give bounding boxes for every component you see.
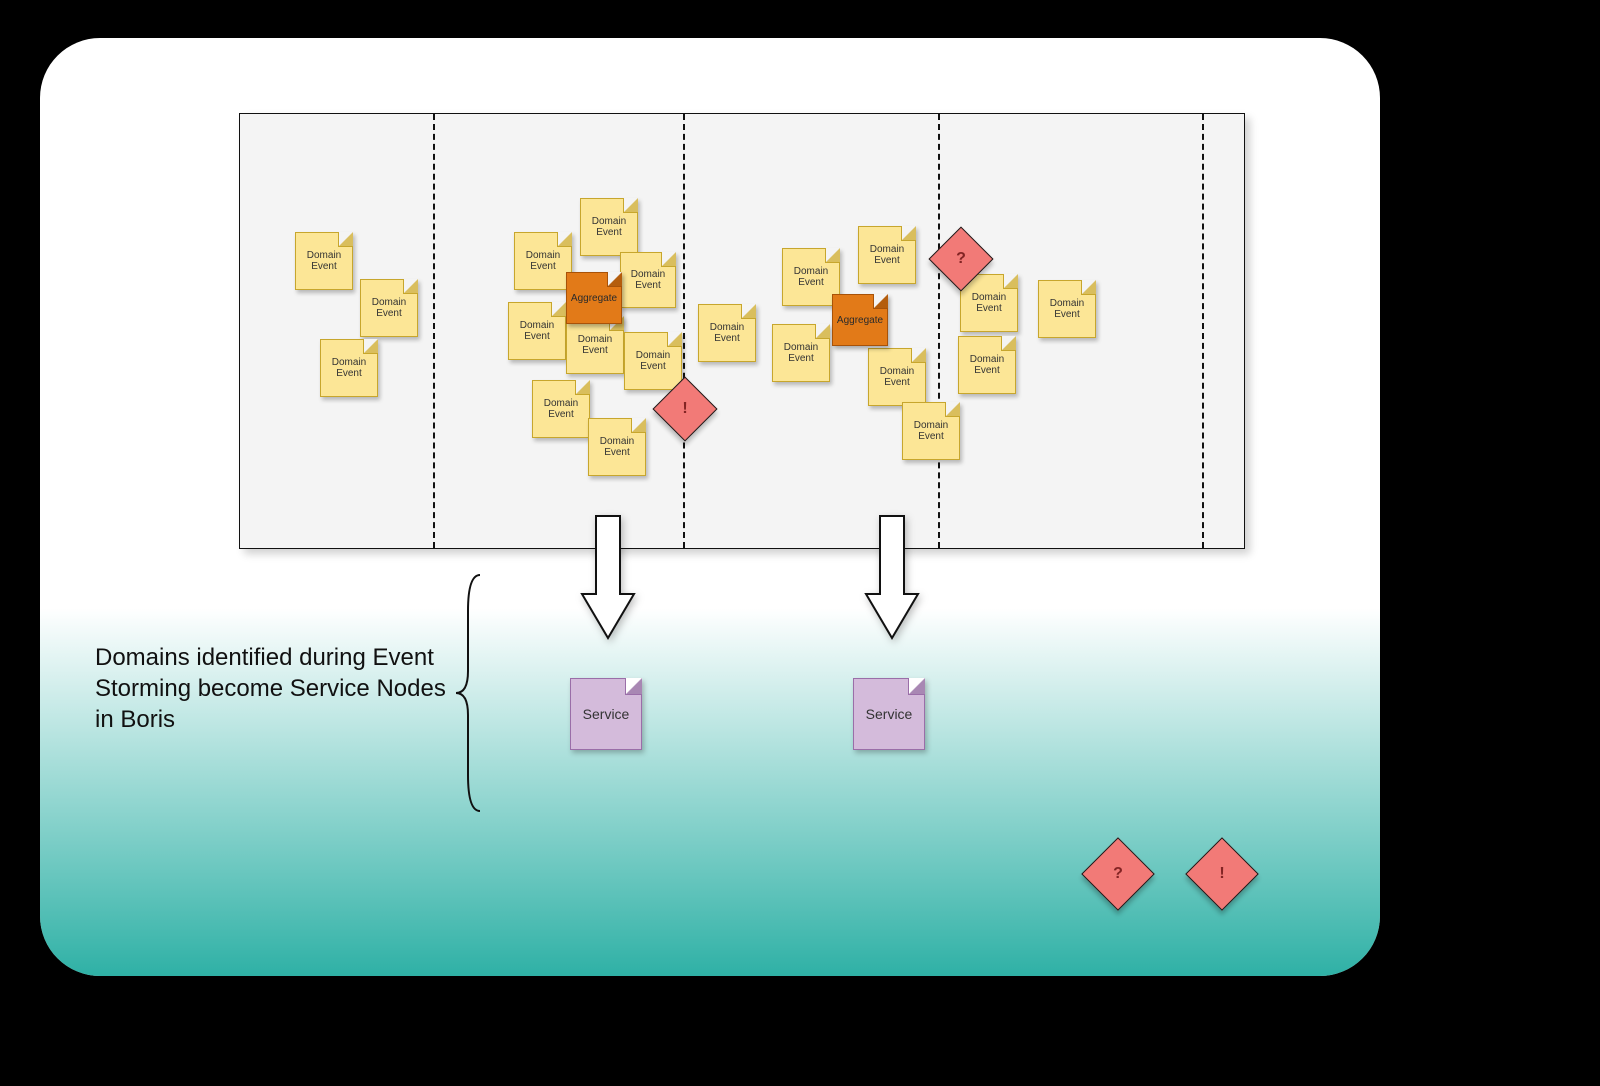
domain-event-note: Domain Event xyxy=(902,402,960,460)
domain-event-note: Domain Event xyxy=(698,304,756,362)
service-node: Service xyxy=(853,678,925,750)
caption-text: Domains identified during Event Storming… xyxy=(95,642,455,736)
domain-event-note: Domain Event xyxy=(588,418,646,476)
domain-event-note: Domain Event xyxy=(1038,280,1096,338)
slide: Domain Event Domain Event Domain Event D… xyxy=(40,38,1380,976)
divider-0 xyxy=(433,114,435,548)
domain-event-note: Domain Event xyxy=(532,380,590,438)
domain-event-note: Domain Event xyxy=(958,336,1016,394)
aggregate-note: Aggregate xyxy=(832,294,888,346)
service-node: Service xyxy=(570,678,642,750)
brace-icon xyxy=(454,573,484,813)
risk-diamond: ! xyxy=(652,376,717,441)
aggregate-note: Aggregate xyxy=(566,272,622,324)
domain-event-note: Domain Event xyxy=(580,198,638,256)
divider-1 xyxy=(683,114,685,548)
down-arrow-icon xyxy=(578,512,638,642)
domain-event-note: Domain Event xyxy=(868,348,926,406)
event-storming-board: Domain Event Domain Event Domain Event D… xyxy=(239,113,1245,549)
down-arrow-icon xyxy=(862,512,922,642)
domain-event-note: Domain Event xyxy=(858,226,916,284)
domain-event-note: Domain Event xyxy=(620,252,676,308)
domain-event-note: Domain Event xyxy=(624,332,682,390)
domain-event-note: Domain Event xyxy=(514,232,572,290)
divider-2 xyxy=(938,114,940,548)
domain-event-note: Domain Event xyxy=(508,302,566,360)
domain-event-note: Domain Event xyxy=(320,339,378,397)
gradient-bg xyxy=(40,516,1380,976)
domain-event-note: Domain Event xyxy=(360,279,418,337)
divider-3 xyxy=(1202,114,1204,548)
domain-event-note: Domain Event xyxy=(772,324,830,382)
domain-event-note: Domain Event xyxy=(566,316,624,374)
domain-event-note: Domain Event xyxy=(295,232,353,290)
